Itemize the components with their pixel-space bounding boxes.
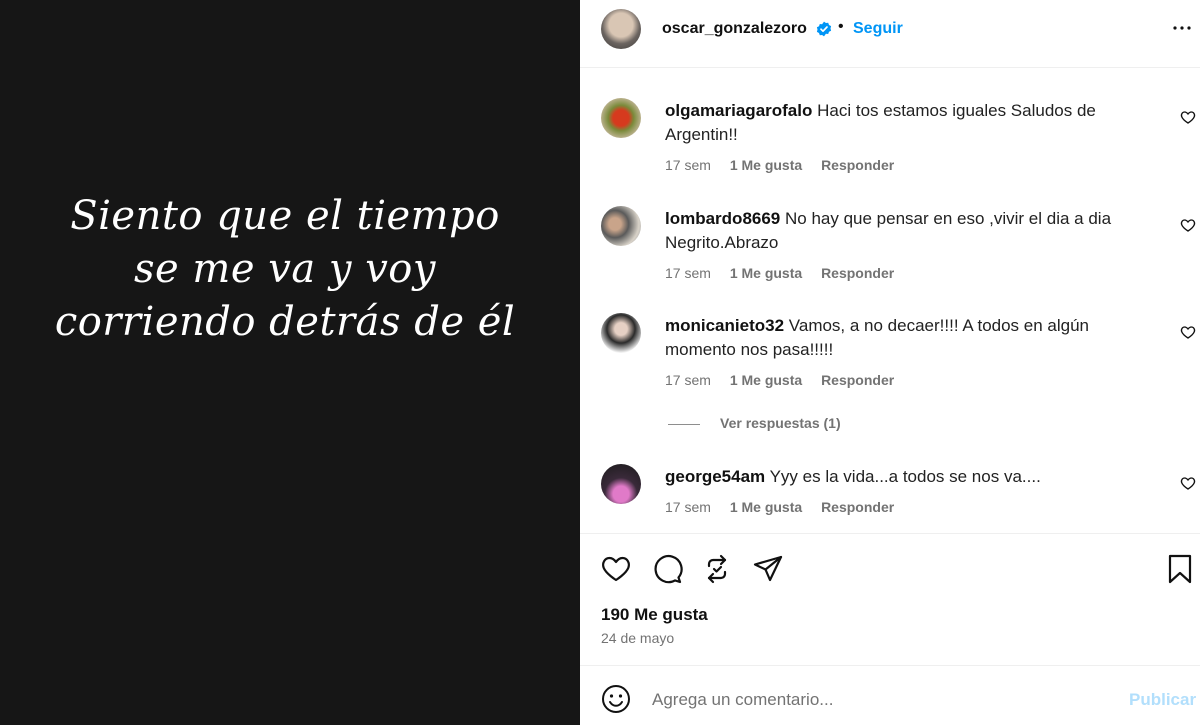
comment-like-count[interactable]: 1 Me gusta (730, 157, 802, 173)
post-details-panel: oscar_gonzalezoro • Seguir olgamariagaro… (580, 0, 1200, 725)
comment-body: george54am Yyy es la vida...a todos se n… (665, 465, 1125, 489)
comment-meta: 17 sem 1 Me gusta Responder (665, 265, 909, 281)
commenter-avatar[interactable] (601, 98, 641, 138)
emoji-icon[interactable] (600, 683, 632, 715)
comment-icon[interactable] (651, 553, 683, 585)
reply-button[interactable]: Responder (821, 372, 894, 388)
comment-like-count[interactable]: 1 Me gusta (730, 265, 802, 281)
comment-time[interactable]: 17 sem (665, 157, 711, 173)
view-replies-button[interactable]: Ver respuestas (1) (668, 415, 841, 431)
header-separator: • (838, 18, 844, 35)
comment-username[interactable]: olgamariagarofalo (665, 101, 812, 120)
reply-button[interactable]: Responder (821, 265, 894, 281)
share-icon[interactable] (752, 553, 784, 585)
publish-button[interactable]: Publicar (1129, 690, 1196, 710)
post-quote-text: Siento que el tiempo se me va y voy corr… (54, 193, 516, 345)
comment-body: olgamariagarofalo Haci tos estamos igual… (665, 99, 1125, 147)
comment-time[interactable]: 17 sem (665, 499, 711, 515)
comment-meta: 17 sem 1 Me gusta Responder (665, 499, 909, 515)
comment-like-count[interactable]: 1 Me gusta (730, 499, 802, 515)
post-image[interactable]: Siento que el tiempo se me va y voy corr… (0, 0, 580, 725)
view-replies-label: Ver respuestas (1) (720, 415, 841, 431)
commenter-avatar[interactable] (601, 206, 641, 246)
comment-heart-icon[interactable] (1180, 109, 1196, 125)
repost-icon[interactable] (701, 553, 733, 585)
comment-body: lombardo8669 No hay que pensar en eso ,v… (665, 207, 1125, 255)
commenter-avatar[interactable] (601, 464, 641, 504)
more-options-icon[interactable] (1170, 16, 1194, 40)
comment-username[interactable]: george54am (665, 467, 765, 486)
post-header: oscar_gonzalezoro • Seguir (580, 0, 1200, 68)
reply-button[interactable]: Responder (821, 157, 894, 173)
post-date[interactable]: 24 de mayo (601, 630, 674, 646)
comment-time[interactable]: 17 sem (665, 265, 711, 281)
heart-icon[interactable] (600, 553, 632, 585)
comment-heart-icon[interactable] (1180, 475, 1196, 491)
likes-count[interactable]: 190 Me gusta (601, 605, 708, 625)
comment-time[interactable]: 17 sem (665, 372, 711, 388)
commenter-avatar[interactable] (601, 313, 641, 353)
comment-heart-icon[interactable] (1180, 324, 1196, 340)
follow-button[interactable]: Seguir (853, 20, 903, 38)
view-replies-line (668, 423, 700, 425)
add-comment-bar: Publicar (580, 665, 1200, 725)
reply-button[interactable]: Responder (821, 499, 894, 515)
comment-text: Yyy es la vida...a todos se nos va.... (769, 467, 1041, 486)
comment-meta: 17 sem 1 Me gusta Responder (665, 372, 909, 388)
comment-username[interactable]: lombardo8669 (665, 209, 780, 228)
comment-meta: 17 sem 1 Me gusta Responder (665, 157, 909, 173)
comment-body: monicanieto32 Vamos, a no decaer!!!! A t… (665, 314, 1125, 362)
author-avatar[interactable] (601, 9, 641, 49)
author-username[interactable]: oscar_gonzalezoro (662, 20, 807, 38)
post-actions (580, 533, 1200, 603)
comment-heart-icon[interactable] (1180, 217, 1196, 233)
comment-input[interactable] (652, 688, 1102, 712)
bookmark-icon[interactable] (1164, 553, 1196, 585)
verified-badge-icon (816, 21, 832, 37)
comment-username[interactable]: monicanieto32 (665, 316, 784, 335)
comment-like-count[interactable]: 1 Me gusta (730, 372, 802, 388)
